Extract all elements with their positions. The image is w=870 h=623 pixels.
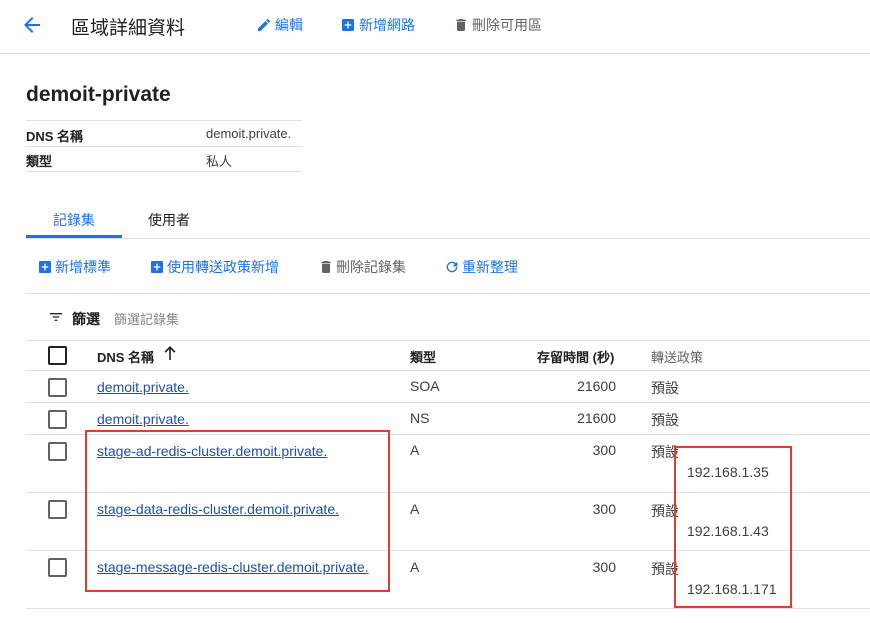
table-header: DNS 名稱 類型 存留時間 (秒) 轉送政策	[26, 340, 870, 371]
dns-name-link[interactable]: demoit.private.	[97, 379, 189, 395]
delete-records-button[interactable]: 刪除記錄集	[318, 257, 406, 277]
sort-arrow-up-icon[interactable]	[163, 345, 177, 364]
delete-zone-label: 刪除可用區	[472, 17, 542, 33]
refresh-icon	[444, 259, 460, 275]
tab-bar: 記錄集 使用者	[26, 200, 870, 239]
filter-bar[interactable]: 篩選 篩選記錄集	[26, 293, 870, 341]
page-title: 區域詳細資料	[71, 18, 186, 39]
add-standard-label: 新增標準	[55, 259, 111, 275]
annotation-box-dns-names	[85, 430, 390, 592]
record-type: NS	[410, 410, 430, 426]
add-box-icon	[149, 259, 165, 275]
record-type: A	[410, 442, 420, 458]
record-policy: 預設	[651, 412, 679, 428]
record-policy: 預設	[651, 380, 679, 396]
edit-button[interactable]: 編輯	[256, 15, 303, 35]
edit-label: 編輯	[275, 17, 303, 33]
refresh-button[interactable]: 重新整理	[444, 257, 518, 277]
annotation-box-ip-addresses	[674, 446, 792, 608]
active-tab-indicator	[26, 235, 122, 238]
table-row[interactable]: demoit.private. SOA 21600 預設	[26, 371, 870, 403]
add-network-button[interactable]: 新增網路	[340, 15, 415, 35]
select-all-checkbox[interactable]	[48, 346, 67, 365]
filter-label: 篩選	[72, 311, 100, 327]
add-standard-button[interactable]: 新增標準	[37, 257, 111, 277]
zone-name: demoit-private	[26, 83, 171, 106]
refresh-label: 重新整理	[462, 259, 518, 275]
pencil-icon	[256, 17, 272, 33]
record-ttl: 300	[592, 501, 616, 517]
col-policy[interactable]: 轉送政策	[651, 347, 703, 366]
row-checkbox[interactable]	[48, 410, 67, 429]
record-ttl: 300	[592, 559, 616, 575]
row-checkbox[interactable]	[48, 558, 67, 577]
type-row: 類型 私人	[26, 146, 302, 172]
record-type: A	[410, 559, 420, 575]
trash-icon	[318, 259, 334, 275]
record-type: SOA	[410, 378, 440, 394]
delete-records-label: 刪除記錄集	[336, 259, 406, 275]
add-box-icon	[340, 17, 356, 33]
add-network-label: 新增網路	[359, 17, 415, 33]
filter-icon	[48, 309, 64, 330]
tab-record-sets[interactable]: 記錄集	[53, 210, 95, 230]
add-box-icon	[37, 259, 53, 275]
dns-name-key: DNS 名稱	[26, 129, 84, 144]
row-checkbox[interactable]	[48, 500, 67, 519]
row-checkbox[interactable]	[48, 378, 67, 397]
filter-input[interactable]: 篩選記錄集	[114, 309, 179, 328]
tab-users[interactable]: 使用者	[148, 210, 190, 230]
type-value: 私人	[206, 154, 233, 169]
col-ttl[interactable]: 存留時間 (秒)	[537, 347, 614, 366]
record-ttl: 21600	[577, 378, 616, 394]
row-checkbox[interactable]	[48, 442, 67, 461]
record-ttl: 21600	[577, 410, 616, 426]
add-with-policy-label: 使用轉送政策新增	[167, 259, 279, 275]
add-with-policy-button[interactable]: 使用轉送政策新增	[149, 257, 279, 277]
trash-icon	[453, 17, 469, 33]
type-key: 類型	[26, 154, 53, 169]
dns-name-row: DNS 名稱 demoit.private.	[26, 120, 302, 147]
delete-zone-button[interactable]: 刪除可用區	[453, 15, 542, 35]
dns-name-link[interactable]: demoit.private.	[97, 411, 189, 427]
col-type[interactable]: 類型	[410, 347, 436, 366]
col-dns-name[interactable]: DNS 名稱	[97, 347, 154, 366]
dns-name-value: demoit.private.	[206, 126, 292, 141]
record-type: A	[410, 501, 420, 517]
record-ttl: 300	[592, 442, 616, 458]
back-arrow-icon[interactable]	[20, 13, 44, 37]
